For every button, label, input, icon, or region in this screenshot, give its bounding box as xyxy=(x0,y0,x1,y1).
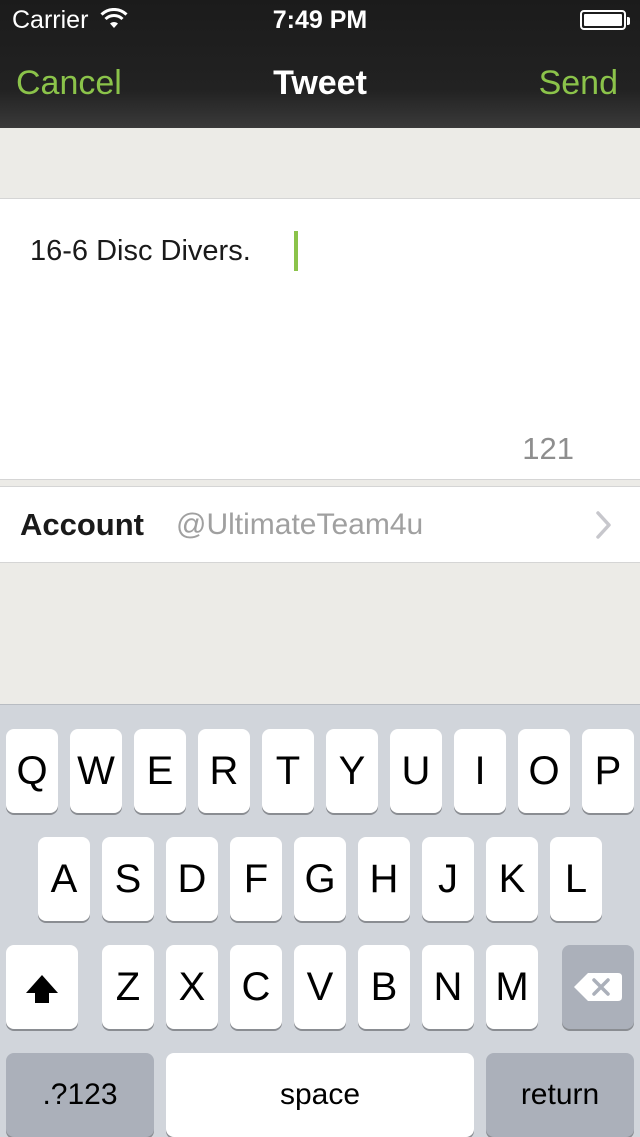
chevron-right-icon xyxy=(596,511,612,544)
key-f[interactable]: F xyxy=(230,837,282,921)
shift-icon xyxy=(26,975,58,1003)
return-key[interactable]: return xyxy=(486,1053,634,1137)
key-d[interactable]: D xyxy=(166,837,218,921)
key-m[interactable]: M xyxy=(486,945,538,1029)
backspace-icon xyxy=(574,973,622,1001)
top-bar: Carrier 7:49 PM Cancel Tweet Send xyxy=(0,0,640,128)
key-n[interactable]: N xyxy=(422,945,474,1029)
navigation-bar: Cancel Tweet Send xyxy=(0,40,640,128)
key-u[interactable]: U xyxy=(390,729,442,813)
key-j[interactable]: J xyxy=(422,837,474,921)
status-bar: Carrier 7:49 PM xyxy=(0,0,640,40)
key-i[interactable]: I xyxy=(454,729,506,813)
key-e[interactable]: E xyxy=(134,729,186,813)
key-l[interactable]: L xyxy=(550,837,602,921)
key-z[interactable]: Z xyxy=(102,945,154,1029)
tweet-text[interactable]: 16-6 Disc Divers. xyxy=(30,235,251,268)
key-w[interactable]: W xyxy=(70,729,122,813)
key-g[interactable]: G xyxy=(294,837,346,921)
space-key[interactable]: space xyxy=(166,1053,474,1137)
account-label: Account xyxy=(20,507,144,542)
keyboard: Q W E R T Y U I O P A S D F G H J K L Z … xyxy=(0,704,640,1137)
battery-icon xyxy=(580,10,630,30)
key-x[interactable]: X xyxy=(166,945,218,1029)
account-row[interactable]: Account @UltimateTeam4u xyxy=(0,486,640,563)
key-a[interactable]: A xyxy=(38,837,90,921)
key-v[interactable]: V xyxy=(294,945,346,1029)
account-value: @UltimateTeam4u xyxy=(176,508,424,541)
tweet-compose-area[interactable]: 16-6 Disc Divers. 121 xyxy=(0,198,640,480)
key-c[interactable]: C xyxy=(230,945,282,1029)
key-k[interactable]: K xyxy=(486,837,538,921)
numbers-key[interactable]: .?123 xyxy=(6,1053,154,1137)
text-cursor xyxy=(294,231,298,271)
key-t[interactable]: T xyxy=(262,729,314,813)
key-q[interactable]: Q xyxy=(6,729,58,813)
key-p[interactable]: P xyxy=(582,729,634,813)
key-s[interactable]: S xyxy=(102,837,154,921)
key-r[interactable]: R xyxy=(198,729,250,813)
key-o[interactable]: O xyxy=(518,729,570,813)
key-h[interactable]: H xyxy=(358,837,410,921)
key-y[interactable]: Y xyxy=(326,729,378,813)
backspace-key[interactable] xyxy=(562,945,634,1029)
shift-key[interactable] xyxy=(6,945,78,1029)
send-button[interactable]: Send xyxy=(539,64,618,103)
character-counter: 121 xyxy=(522,431,574,466)
key-b[interactable]: B xyxy=(358,945,410,1029)
clock: 7:49 PM xyxy=(272,6,368,34)
